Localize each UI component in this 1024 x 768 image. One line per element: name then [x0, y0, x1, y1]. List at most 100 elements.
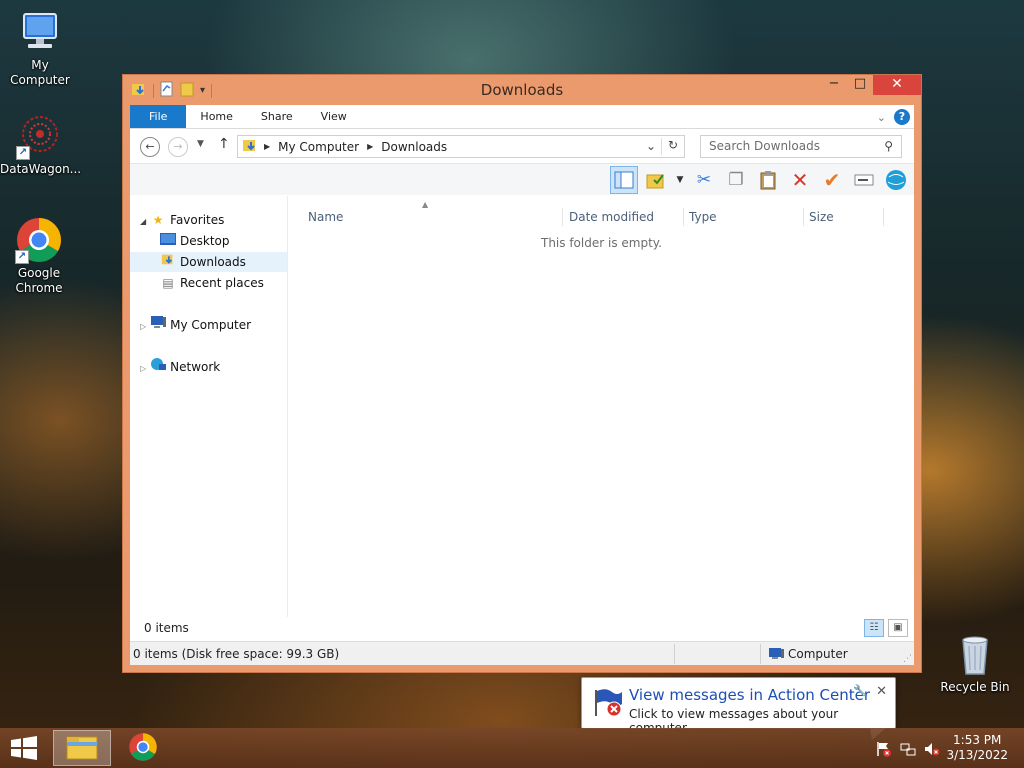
- details-view-icon[interactable]: ☷: [864, 619, 884, 637]
- back-button[interactable]: ←: [140, 137, 160, 157]
- file-list: ▲ Name Date modified Type Size This fold…: [289, 196, 914, 617]
- recent-places-icon: ▤: [162, 276, 174, 290]
- nav-item-desktop[interactable]: Desktop: [160, 231, 230, 251]
- breadcrumb-downloads[interactable]: Downloads: [381, 140, 447, 154]
- desktop-icon-recycle-bin[interactable]: Recycle Bin: [935, 630, 1015, 695]
- command-toolbar: ▼ ✂ ❐ ✕ ✔: [130, 163, 914, 195]
- system-tray: 1:53 PM 3/13/2022: [864, 728, 1024, 768]
- notification-title[interactable]: View messages in Action Center: [629, 686, 870, 704]
- window-title: Downloads: [480, 81, 564, 99]
- desktop-icon-label: My Computer: [10, 58, 70, 87]
- address-bar[interactable]: ▶ My Computer ▶ Downloads ⌄ ↻: [237, 135, 685, 158]
- tab-file[interactable]: File: [130, 105, 187, 128]
- tab-view[interactable]: View: [307, 105, 361, 128]
- options-dropdown-icon[interactable]: ▼: [674, 166, 686, 194]
- checkmark-icon[interactable]: ✔: [818, 166, 846, 194]
- maximize-button[interactable]: □: [847, 75, 873, 95]
- nav-item-downloads[interactable]: Downloads: [130, 252, 287, 272]
- recycle-bin-icon: [951, 630, 999, 678]
- items-count: 0 items: [144, 621, 189, 635]
- nav-my-computer-label: My Computer: [170, 318, 252, 332]
- address-dropdown-icon[interactable]: ⌄: [646, 139, 656, 153]
- desktop-icon: [160, 231, 176, 251]
- taskbar-clock[interactable]: 1:53 PM 3/13/2022: [946, 733, 1008, 763]
- delete-icon[interactable]: ✕: [786, 166, 814, 194]
- nav-item-recent-places[interactable]: ▤ Recent places: [160, 273, 264, 293]
- refresh-icon[interactable]: ↻: [668, 138, 678, 152]
- shortcut-arrow-icon: ↗: [15, 250, 29, 264]
- explorer-window: ▾ Downloads − □ ✕ File Home Share View ⌄…: [122, 74, 922, 673]
- navigation-pane: ◢ ★ Favorites Desktop Downloads ▤ Recent pl…: [130, 196, 288, 617]
- recent-locations-icon[interactable]: ▼: [197, 139, 204, 149]
- copy-icon[interactable]: ❐: [722, 166, 750, 194]
- notification-settings-icon[interactable]: 🔧: [853, 684, 867, 697]
- action-center-notification[interactable]: View messages in Action Center Click to …: [581, 677, 896, 740]
- tab-share[interactable]: Share: [247, 105, 307, 128]
- forward-button[interactable]: →: [168, 137, 188, 157]
- up-button[interactable]: ↑: [218, 136, 230, 152]
- desktop-icon-label: DataWagon...: [0, 162, 82, 176]
- nav-my-computer[interactable]: ▷ My Computer: [140, 315, 251, 335]
- expand-arrow-icon[interactable]: ▷: [140, 364, 146, 373]
- breadcrumb-my-computer[interactable]: My Computer: [278, 140, 359, 154]
- volume-muted-icon[interactable]: [924, 741, 940, 760]
- desktop-icon-label: Google Chrome: [15, 266, 63, 295]
- network-icon: [150, 357, 167, 377]
- search-icon[interactable]: ⚲: [884, 136, 893, 157]
- computer-icon: [16, 8, 64, 56]
- title-bar[interactable]: ▾ Downloads − □ ✕: [123, 75, 921, 105]
- globe-icon[interactable]: [882, 166, 910, 194]
- cut-icon[interactable]: ✂: [690, 166, 718, 194]
- status-disk-space: 0 items (Disk free space: 99.3 GB): [133, 647, 340, 661]
- column-headers: ▲ Name Date modified Type Size: [289, 200, 914, 228]
- taskbar-file-explorer[interactable]: [53, 730, 111, 766]
- desktop-icon-my-computer[interactable]: My Computer: [0, 8, 80, 88]
- clock-time: 1:53 PM: [953, 733, 1002, 747]
- notification-close-icon[interactable]: ✕: [876, 684, 887, 699]
- shortcut-arrow-icon: ↗: [16, 146, 30, 160]
- nav-network[interactable]: ▷ Network: [140, 357, 220, 377]
- nav-favorites-label: Favorites: [170, 213, 225, 227]
- large-icons-view-icon[interactable]: ▣: [888, 619, 908, 637]
- collapse-arrow-icon[interactable]: ◢: [140, 217, 146, 226]
- chrome-icon: [128, 732, 158, 765]
- minimize-button[interactable]: −: [821, 75, 847, 95]
- folder-options-icon[interactable]: [642, 166, 670, 194]
- expand-arrow-icon[interactable]: ▷: [140, 322, 146, 331]
- sort-ascending-icon: ▲: [422, 200, 429, 209]
- search-input[interactable]: Search Downloads ⚲: [700, 135, 902, 158]
- preview-pane-icon[interactable]: [610, 166, 638, 194]
- downloads-folder-icon: [160, 252, 176, 272]
- items-bar: 0 items ☷ ▣: [130, 617, 914, 641]
- status-computer: Computer: [768, 647, 848, 663]
- nav-favorites[interactable]: ◢ ★ Favorites: [140, 210, 224, 230]
- resize-grip-icon[interactable]: ⋰: [903, 654, 912, 664]
- column-type[interactable]: Type: [689, 210, 717, 224]
- ribbon-tabs: File Home Share View ⌄ ?: [130, 105, 914, 129]
- nav-desktop-label: Desktop: [180, 234, 230, 248]
- close-button[interactable]: ✕: [873, 75, 921, 95]
- desktop-icon-google-chrome[interactable]: ↗ Google Chrome: [0, 216, 79, 296]
- tab-home[interactable]: Home: [186, 105, 246, 128]
- action-center-tray-icon[interactable]: [876, 741, 892, 760]
- nav-network-label: Network: [170, 360, 221, 374]
- help-icon[interactable]: ?: [894, 109, 910, 125]
- column-name[interactable]: Name: [308, 210, 343, 224]
- expand-ribbon-icon[interactable]: ⌄: [877, 111, 886, 124]
- taskbar-chrome[interactable]: [114, 730, 172, 766]
- nav-downloads-label: Downloads: [180, 255, 246, 269]
- computer-icon: [768, 647, 784, 663]
- address-row: ← → ▼ ↑ ▶ My Computer ▶ Downloads ⌄ ↻ Se…: [130, 129, 914, 163]
- column-date-modified[interactable]: Date modified: [569, 210, 654, 224]
- start-button[interactable]: [10, 736, 38, 760]
- column-size[interactable]: Size: [809, 210, 834, 224]
- desktop-icon-datawagon[interactable]: ↗ DataWagon...: [0, 112, 82, 177]
- window-body: File Home Share View ⌄ ? ← → ▼ ↑ ▶ My Co…: [130, 105, 914, 665]
- rename-icon[interactable]: [850, 166, 878, 194]
- paste-icon[interactable]: [754, 166, 782, 194]
- breadcrumb-separator-icon[interactable]: ▶: [367, 142, 373, 151]
- search-placeholder: Search Downloads: [709, 139, 820, 153]
- network-tray-icon[interactable]: [900, 741, 916, 760]
- status-computer-label: Computer: [788, 647, 848, 661]
- breadcrumb-separator-icon[interactable]: ▶: [264, 142, 270, 151]
